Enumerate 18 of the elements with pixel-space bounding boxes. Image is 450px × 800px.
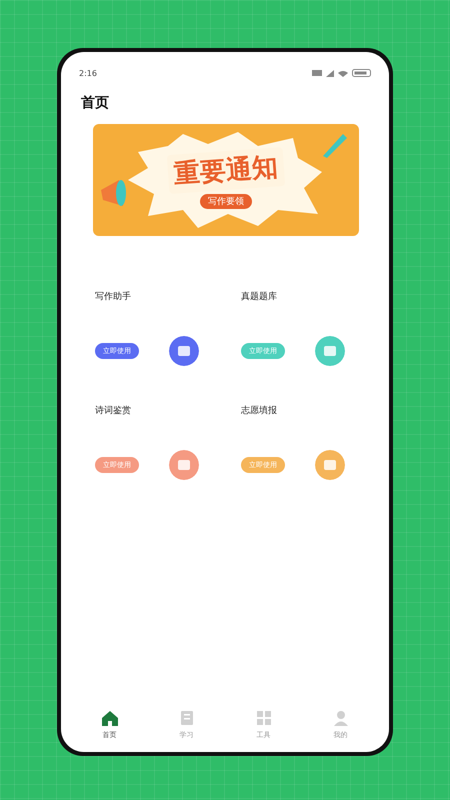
- banner-subtitle: 写作要领: [200, 194, 252, 209]
- signal-icon: [326, 70, 334, 76]
- tool-icon[interactable]: [315, 450, 345, 480]
- person-icon: [332, 709, 350, 727]
- tool-icon[interactable]: [315, 336, 345, 366]
- tool-title: 真题题库: [241, 290, 278, 303]
- home-icon: [100, 709, 118, 727]
- status-time: 2:16: [79, 68, 97, 78]
- tool-title: 写作助手: [95, 290, 132, 303]
- tool-icon[interactable]: [169, 450, 199, 480]
- tool-title: 志愿填报: [241, 404, 278, 417]
- battery-icon: [352, 69, 371, 77]
- tool-title: 诗词鉴赏: [95, 404, 132, 417]
- page-title: 首页: [80, 94, 110, 112]
- notice-banner[interactable]: 重要通知 写作要领: [93, 124, 359, 236]
- wifi-icon: [338, 69, 348, 77]
- tool-icon[interactable]: [169, 336, 199, 366]
- grid-icon: [254, 709, 272, 727]
